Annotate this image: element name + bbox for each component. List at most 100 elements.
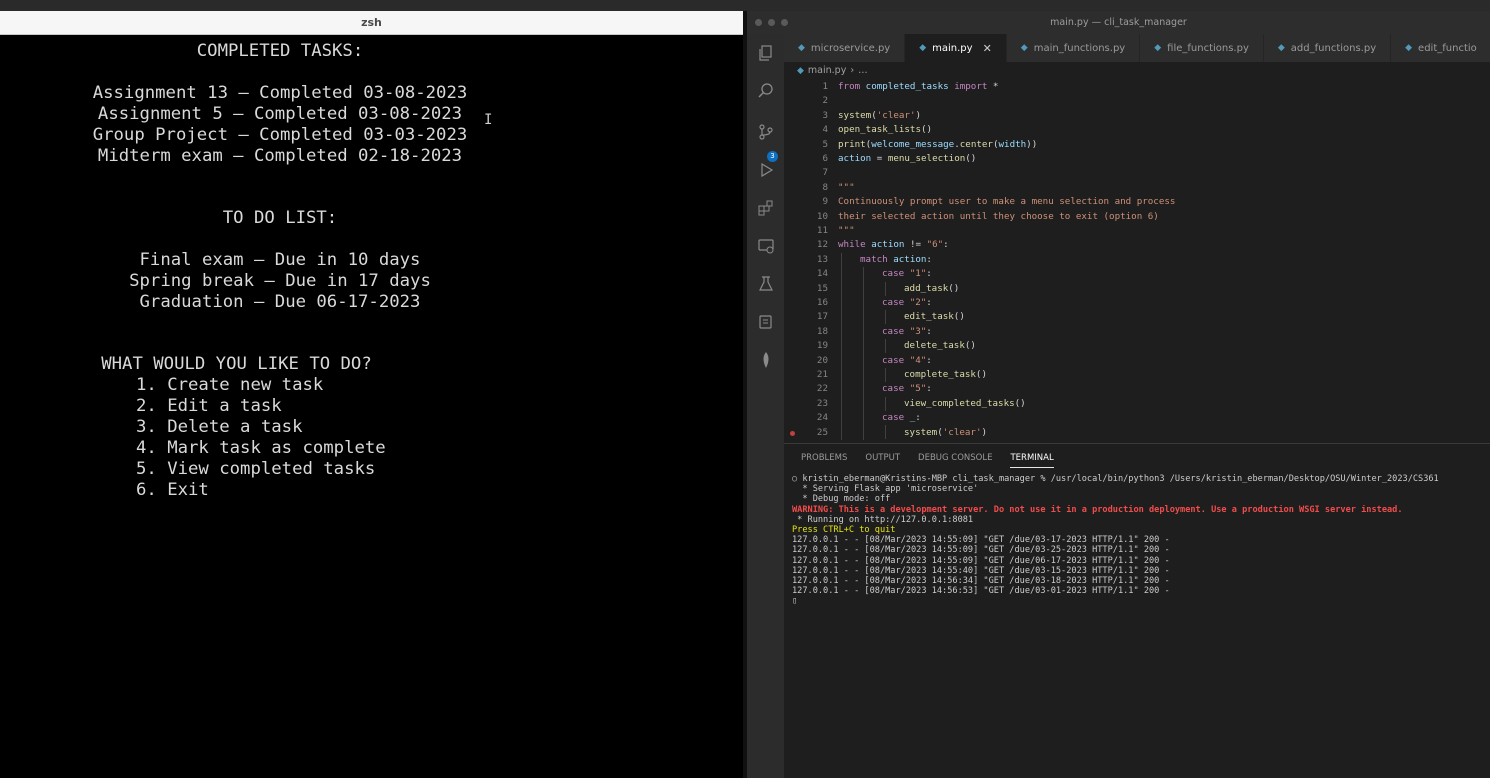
token-keyword: case <box>882 354 905 366</box>
token-string: 'clear' <box>876 109 916 121</box>
code-line: 22 case "5": <box>784 382 1490 396</box>
token-keyword: case <box>882 383 905 395</box>
minimize-window-button[interactable] <box>768 19 775 26</box>
terminal-quit-hint: Press CTRL+C to quit <box>792 525 896 536</box>
line-number: 14 <box>816 268 828 280</box>
zsh-terminal-window[interactable]: zsh COMPLETED TASKS: Assignment 13 — Com… <box>0 11 743 778</box>
line-number: 15 <box>816 282 828 294</box>
code-text: case "5": <box>882 382 932 396</box>
token-keyword: match <box>860 253 888 265</box>
tab-debug-console[interactable]: DEBUG CONSOLE <box>918 453 992 468</box>
tab-main-functions[interactable]: ◆ main_functions.py <box>1006 34 1141 62</box>
tab-terminal[interactable]: TERMINAL <box>1010 453 1054 468</box>
line-number: 24 <box>816 412 828 424</box>
todo-item: Graduation — Due 06-17-2023 <box>139 292 421 312</box>
tab-file-functions[interactable]: ◆ file_functions.py <box>1140 34 1264 62</box>
tab-problems[interactable]: PROBLEMS <box>801 453 847 468</box>
code-line: 9 Continuously prompt user to make a menu… <box>784 195 1490 209</box>
tab-label: microservice.py <box>810 42 891 54</box>
line-number: 5 <box>822 138 828 150</box>
tab-output[interactable]: OUTPUT <box>865 453 900 468</box>
extensions-icon[interactable] <box>756 199 776 219</box>
tab-label: main_functions.py <box>1033 42 1126 54</box>
line-number: 10 <box>816 210 828 222</box>
terminal-log-line: 127.0.0.1 - - [08/Mar/2023 14:55:40] "GE… <box>792 565 1170 576</box>
line-number: 23 <box>816 397 828 409</box>
line-number: 19 <box>816 340 828 352</box>
run-debug-icon[interactable] <box>756 161 776 181</box>
token-variable: welcome_message <box>871 138 955 150</box>
menu-option: 3. Delete a task <box>136 417 303 437</box>
remote-explorer-icon[interactable] <box>756 237 776 257</box>
completed-task-item: Assignment 5 — Completed 03-08-2023 <box>97 104 463 124</box>
files-icon[interactable] <box>756 44 776 64</box>
testing-icon[interactable] <box>756 275 776 295</box>
docker-icon[interactable] <box>756 313 776 333</box>
code-text: from completed_tasks import * <box>838 80 998 94</box>
terminal-log-line: 127.0.0.1 - - [08/Mar/2023 14:56:53] "GE… <box>792 586 1170 597</box>
source-control-icon[interactable] <box>756 123 776 143</box>
activity-bar: 3 <box>747 34 784 778</box>
token-punct: ) <box>981 426 988 438</box>
menu-option: 5. View completed tasks <box>136 459 376 479</box>
tab-microservice[interactable]: ◆ microservice.py <box>784 34 906 62</box>
line-number: 12 <box>816 239 828 251</box>
token-punct: () <box>920 124 933 136</box>
code-text: match action: <box>860 253 932 267</box>
code-line: 7 <box>784 166 1490 180</box>
tab-edit-functions[interactable]: ◆ edit_functio <box>1391 34 1490 62</box>
token-punct: () <box>965 153 977 164</box>
line-number: 21 <box>816 369 828 380</box>
token-punct: : <box>926 325 932 337</box>
todo-item: Spring break — Due in 17 days <box>129 271 431 291</box>
tab-main[interactable]: ◆ main.py ✕ <box>905 34 1007 62</box>
code-line: 1 from completed_tasks import * <box>784 80 1490 94</box>
menu-option: 6. Exit <box>136 480 209 500</box>
python-file-icon: ◆ <box>1405 43 1413 53</box>
todo-item: Final exam — Due in 10 days <box>139 250 421 270</box>
token-keyword: case <box>882 297 905 308</box>
code-text: case "1": <box>882 267 932 281</box>
token-string: "4" <box>909 354 927 366</box>
code-text: while action != "6": <box>838 238 949 252</box>
bottom-panel: PROBLEMS OUTPUT DEBUG CONSOLE TERMINAL ○… <box>784 443 1490 778</box>
screen-top-strip <box>0 0 1490 11</box>
terminal-warning-line: WARNING: This is a development server. D… <box>792 504 1403 515</box>
tab-label: file_functions.py <box>1167 42 1249 54</box>
vscode-window[interactable]: main.py — cli_task_manager 3 ◆ microserv… <box>747 11 1490 778</box>
token-function: center <box>959 138 993 150</box>
menu-option: 4. Mark task as complete <box>136 438 386 458</box>
window-controls[interactable] <box>755 19 788 26</box>
completed-task-item: Midterm exam — Completed 02-18-2023 <box>97 146 463 166</box>
zsh-window-title[interactable]: zsh <box>0 11 743 35</box>
panel-tabs: PROBLEMS OUTPUT DEBUG CONSOLE TERMINAL <box>801 453 1054 468</box>
line-number: 16 <box>816 297 828 308</box>
code-line: 10 their selected action until they choos… <box>784 210 1490 224</box>
token-keyword: while <box>838 239 866 251</box>
line-number: 13 <box>816 253 828 265</box>
token-variable: action <box>871 239 905 251</box>
breadcrumb-file[interactable]: main.py <box>808 65 846 76</box>
zoom-window-button[interactable] <box>781 19 788 26</box>
code-line: 2 <box>784 94 1490 108</box>
docstring-text: """ <box>838 225 855 236</box>
code-line: 21 complete_task() <box>784 368 1490 382</box>
code-editor[interactable]: 1 from completed_tasks import * 2 3 system… <box>784 80 1490 442</box>
code-line: 3 system('clear') <box>784 109 1490 123</box>
tab-add-functions[interactable]: ◆ add_functions.py <box>1263 34 1392 62</box>
token-punct: () <box>975 369 987 380</box>
close-icon[interactable]: ✕ <box>983 42 992 55</box>
close-window-button[interactable] <box>755 19 762 26</box>
token-function: view_completed_tasks <box>904 397 1015 409</box>
integrated-terminal[interactable]: ○ kristin_eberman@Kristins-MBP cli_task_… <box>792 474 1490 607</box>
token-punct: ) <box>915 109 922 121</box>
code-line: 25 system('clear') <box>784 426 1490 440</box>
search-icon[interactable] <box>756 82 776 102</box>
token-operator: = <box>871 153 888 164</box>
token-keyword: case <box>882 412 905 424</box>
token-string: 'clear' <box>942 426 982 438</box>
token-function: system <box>904 426 938 438</box>
code-text: delete_task() <box>904 339 976 353</box>
mongodb-icon[interactable] <box>756 351 776 371</box>
breadcrumb-symbol[interactable]: … <box>858 65 868 76</box>
